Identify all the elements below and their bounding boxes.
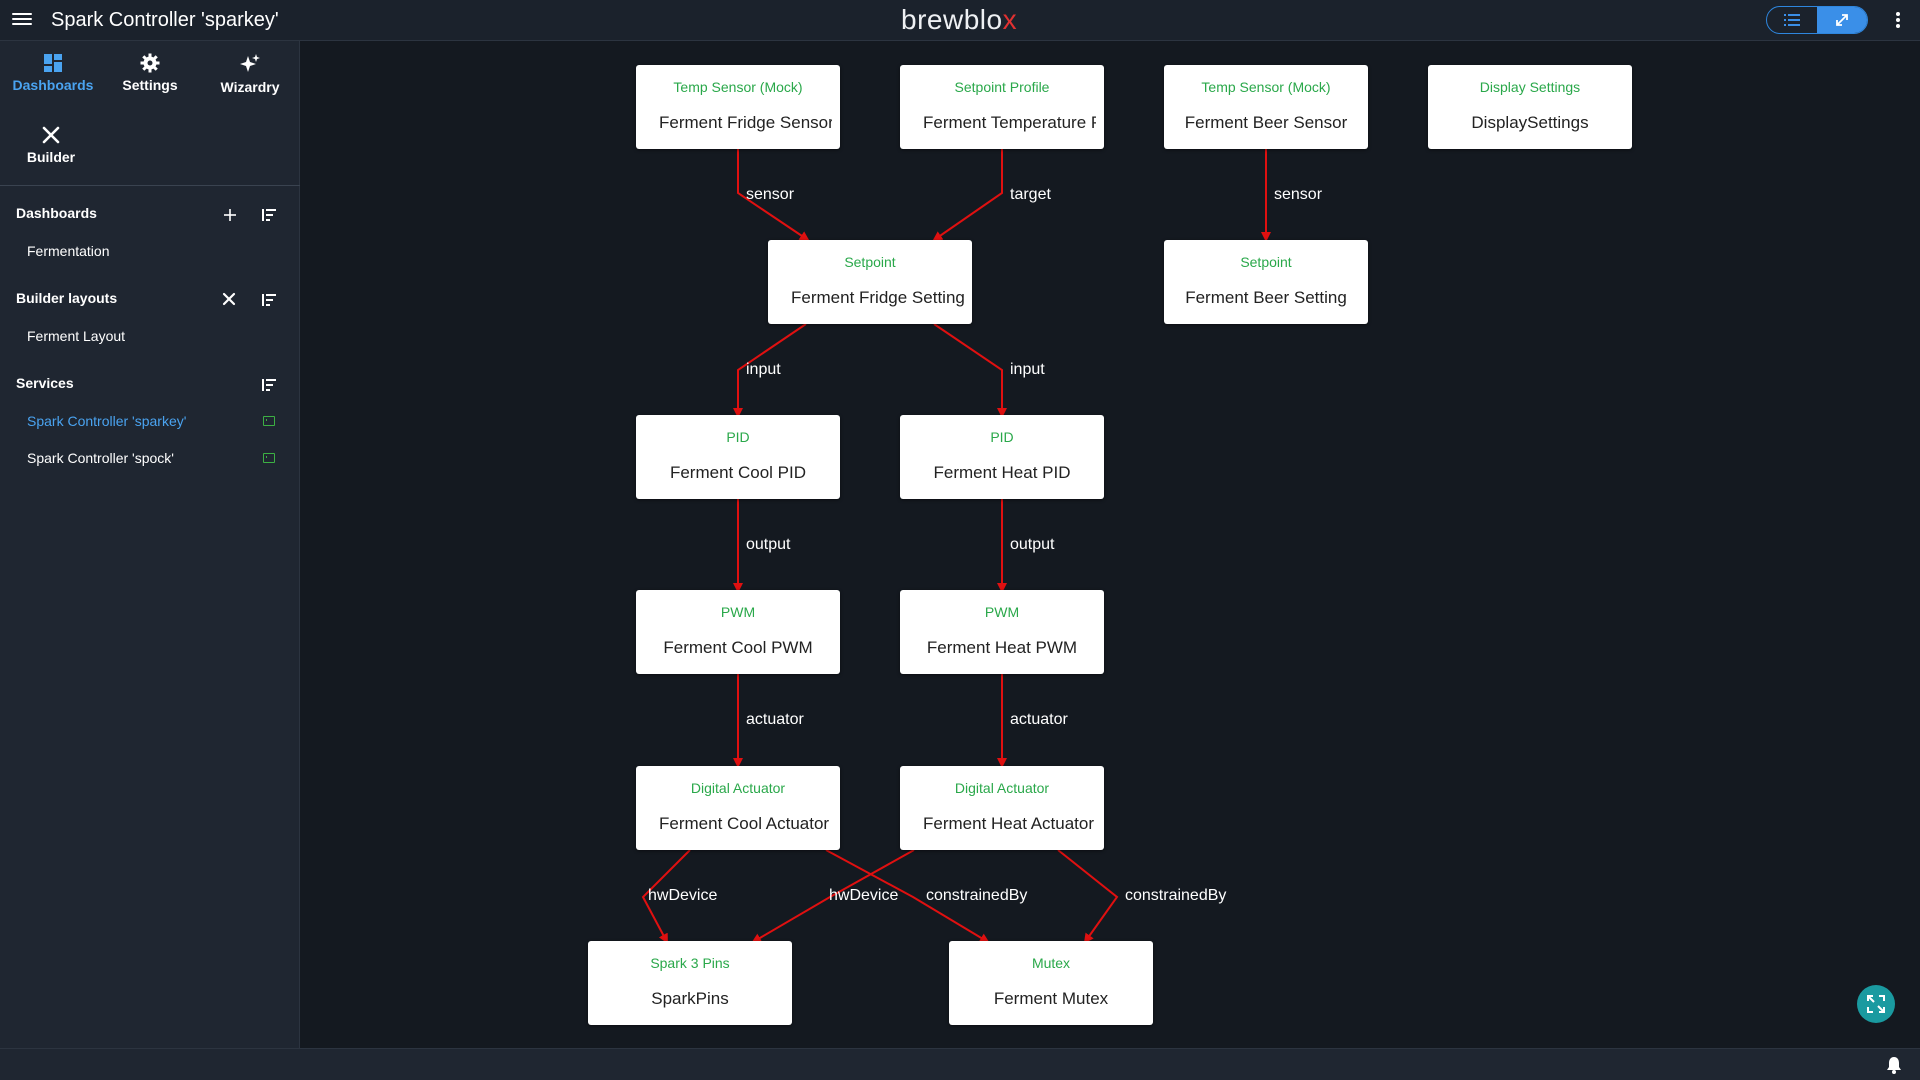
sparkles-icon [240,54,260,72]
top-toolbar: Spark Controller 'sparkey' brewblox [0,0,1920,41]
link-fridge-setting-to-heat-pid [933,323,1007,418]
relation-label-output: output [1010,536,1055,553]
relation-label-constrainedby: constrainedBy [926,887,1028,904]
dashboards-section-title: Dashboards [16,205,97,221]
gear-icon [140,53,160,73]
sort-layouts-icon[interactable] [261,292,277,308]
relation-label-sensor: sensor [1274,186,1323,203]
sidebar-divider [0,185,300,186]
link-heat-actuator-to-mutex [1057,849,1119,944]
relation-label-actuator: actuator [746,711,804,728]
view-mode-toggle[interactable] [1766,6,1868,34]
block-spark-pins[interactable]: Spark 3 Pins SparkPins [588,941,792,1025]
relation-label-input: input [746,361,781,378]
builder-tools-icon[interactable] [221,291,237,307]
sidebar: Dashboards Settings Wizardry Builder Das… [0,41,300,1048]
nav-builder[interactable]: Builder [1,113,101,183]
add-dashboard-icon[interactable] [222,207,238,223]
block-ferment-fridge-setting[interactable]: Setpoint Ferment Fridge Setting [768,240,972,324]
builder-layouts-section-title: Builder layouts [16,290,118,306]
sidebar-item-fermentation[interactable]: Fermentation [27,243,109,259]
tools-icon [42,126,60,144]
fullscreen-icon [1867,995,1885,1013]
fullscreen-button[interactable] [1857,985,1895,1023]
page-title: Spark Controller 'sparkey' [51,9,279,31]
more-options-icon[interactable] [1892,10,1904,30]
block-ferment-temperature-profile[interactable]: Setpoint Profile Ferment Temperature Pro… [900,65,1104,149]
nav-settings[interactable]: Settings [100,41,200,111]
block-ferment-cool-pwm[interactable]: PWM Ferment Cool PWM [636,590,840,674]
relation-label-sensor: sensor [746,186,795,203]
relation-label-target: target [1010,186,1051,203]
relation-label-actuator: actuator [1010,711,1068,728]
diagram-view-button[interactable] [1817,7,1867,33]
block-ferment-heat-pid[interactable]: PID Ferment Heat PID [900,415,1104,499]
menu-icon[interactable] [12,10,32,30]
list-icon [1784,14,1800,26]
block-ferment-beer-sensor[interactable]: Temp Sensor (Mock) Ferment Beer Sensor [1164,65,1368,149]
nav-wizardry[interactable]: Wizardry [200,41,300,111]
services-section-title: Services [16,375,74,391]
bell-icon[interactable] [1886,1056,1902,1074]
list-view-button[interactable] [1767,7,1817,33]
block-ferment-cool-pid[interactable]: PID Ferment Cool PID [636,415,840,499]
block-display-settings[interactable]: Display Settings DisplaySettings [1428,65,1632,149]
dashboard-icon [44,54,62,72]
nav-dashboards[interactable]: Dashboards [3,41,103,111]
block-ferment-beer-setting[interactable]: Setpoint Ferment Beer Setting [1164,240,1368,324]
block-ferment-mutex[interactable]: Mutex Ferment Mutex [949,941,1153,1025]
block-ferment-heat-actuator[interactable]: Digital Actuator Ferment Heat Actuator [900,766,1104,850]
relation-label-hwdevice: hwDevice [648,887,718,904]
sort-dashboards-icon[interactable] [261,207,277,223]
sort-services-icon[interactable] [261,377,277,393]
relation-label-constrainedby: constrainedBy [1125,887,1227,904]
block-ferment-fridge-sensor[interactable]: Temp Sensor (Mock) Ferment Fridge Sensor [636,65,840,149]
expand-diagonal-icon [1836,14,1848,26]
sidebar-item-service-sparkey[interactable]: Spark Controller 'sparkey' [27,413,186,429]
terminal-icon[interactable] [263,416,275,426]
brewblox-logo: brewblox [901,4,1018,35]
link-profile-to-fridge-setting [932,149,1003,242]
sidebar-item-service-spock[interactable]: Spark Controller 'spock' [27,450,174,466]
relation-label-input: input [1010,361,1045,378]
relation-label-hwdevice: hwDevice [829,887,899,904]
sidebar-item-ferment-layout[interactable]: Ferment Layout [27,328,125,344]
block-ferment-cool-actuator[interactable]: Digital Actuator Ferment Cool Actuator [636,766,840,850]
terminal-icon[interactable] [263,453,275,463]
relation-label-output: output [746,536,791,553]
block-ferment-heat-pwm[interactable]: PWM Ferment Heat PWM [900,590,1104,674]
footer-bar [0,1048,1920,1080]
